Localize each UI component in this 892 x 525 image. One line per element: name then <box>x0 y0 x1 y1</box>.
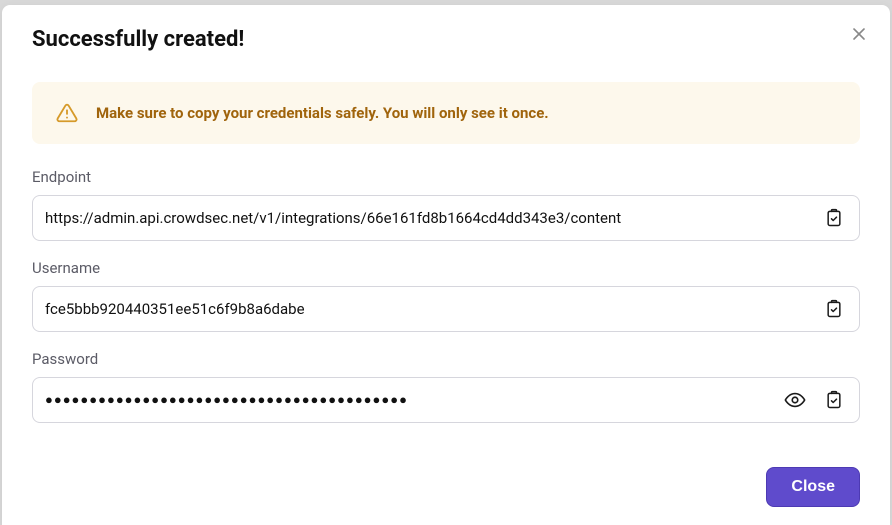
close-button[interactable]: Close <box>766 467 860 507</box>
endpoint-label: Endpoint <box>32 168 860 186</box>
copy-icon[interactable] <box>819 385 849 415</box>
endpoint-field-group: Endpoint https://admin.api.crowdsec.net/… <box>32 168 860 241</box>
modal-header: Successfully created! <box>32 27 860 52</box>
modal-footer: Close <box>32 467 860 507</box>
password-field: ●●●●●●●●●●●●●●●●●●●●●●●●●●●●●●●●●●●●●●●●… <box>32 377 860 423</box>
endpoint-value[interactable]: https://admin.api.crowdsec.net/v1/integr… <box>45 209 811 227</box>
copy-icon[interactable] <box>819 203 849 233</box>
copy-icon[interactable] <box>819 294 849 324</box>
password-value[interactable]: ●●●●●●●●●●●●●●●●●●●●●●●●●●●●●●●●●●●●●●●●… <box>45 392 771 408</box>
username-label: Username <box>32 259 860 277</box>
username-field-group: Username fce5bbb920440351ee51c6f9b8a6dab… <box>32 259 860 332</box>
password-label: Password <box>32 350 860 368</box>
warning-icon <box>56 102 78 124</box>
username-field: fce5bbb920440351ee51c6f9b8a6dabe <box>32 286 860 332</box>
close-icon[interactable] <box>850 25 868 46</box>
credentials-modal: Successfully created! Make sure to copy … <box>2 5 890 525</box>
endpoint-field: https://admin.api.crowdsec.net/v1/integr… <box>32 195 860 241</box>
password-field-group: Password ●●●●●●●●●●●●●●●●●●●●●●●●●●●●●●●… <box>32 350 860 423</box>
modal-title: Successfully created! <box>32 27 244 52</box>
eye-icon[interactable] <box>779 384 811 416</box>
warning-alert: Make sure to copy your credentials safel… <box>32 82 860 144</box>
warning-text: Make sure to copy your credentials safel… <box>96 104 549 122</box>
username-value[interactable]: fce5bbb920440351ee51c6f9b8a6dabe <box>45 300 811 318</box>
